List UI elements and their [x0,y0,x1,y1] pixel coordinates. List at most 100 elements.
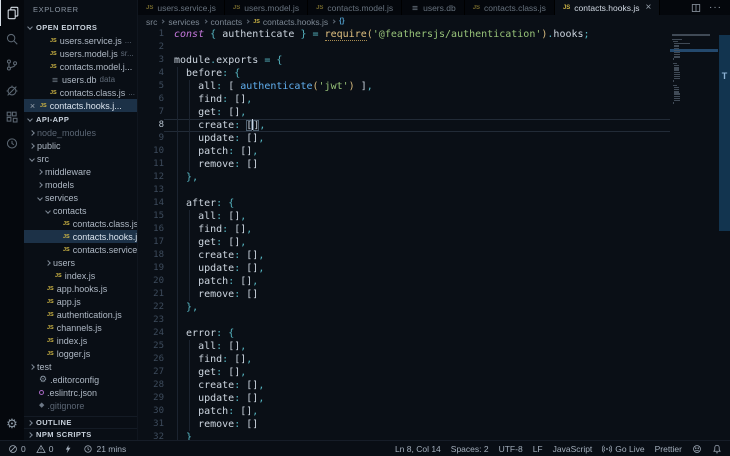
tree-file-app-hooks-js[interactable]: JSapp.hooks.js [24,282,137,295]
close-icon[interactable]: × [28,101,37,111]
code-line-13[interactable]: 13 [138,184,730,197]
overview-ruler[interactable]: T [719,35,730,231]
open-editor-item[interactable]: JSusers.service.js... [24,34,137,47]
breadcrumb-item[interactable]: {} [339,18,347,25]
code-line-3[interactable]: 3module.exports = { [138,54,730,67]
tree-file-contacts-service-js[interactable]: JScontacts.service.js [24,243,137,256]
open-editor-item[interactable]: JSusers.model.jssr... [24,47,137,60]
settings-gear-icon[interactable]: ⚙ [0,410,24,436]
code-line-24[interactable]: 24 error: { [138,327,730,340]
tab-contacts-class-js[interactable]: JScontacts.class.js [465,0,555,15]
code-line-30[interactable]: 30 patch: [], [138,405,730,418]
code-line-32[interactable]: 32 } [138,431,730,440]
code-editor[interactable]: 1const { authenticate } = require('@feat… [138,28,730,440]
project-section-header[interactable]: API-APP [24,112,137,126]
activity-files-icon[interactable] [0,0,24,26]
activity-search-icon[interactable] [0,26,24,52]
open-editor-item[interactable]: users.dbdata [24,73,137,86]
code-line-16[interactable]: 16 find: [], [138,223,730,236]
code-line-19[interactable]: 19 update: [], [138,262,730,275]
code-line-21[interactable]: 21 remove: [] [138,288,730,301]
tree-folder-test[interactable]: test [24,360,137,373]
activity-timer-icon[interactable] [0,130,24,156]
status-ln-8-col-14[interactable]: Ln 8, Col 14 [395,444,441,454]
code-line-23[interactable]: 23 [138,314,730,327]
code-line-28[interactable]: 28 create: [], [138,379,730,392]
status-bell[interactable] [712,444,722,454]
tab-contacts-hooks-js[interactable]: JScontacts.hooks.js× [555,0,660,15]
status-spaces-2[interactable]: Spaces: 2 [451,444,489,454]
section-npm-scripts[interactable]: NPM SCRIPTS [24,428,137,440]
status-prettier[interactable]: Prettier [655,444,682,454]
activity-debug-icon[interactable] [0,78,24,104]
tab-users-model-js[interactable]: JSusers.model.js [225,0,308,15]
tree-file-contacts-hooks-js[interactable]: JScontacts.hooks.js [24,230,137,243]
code-line-2[interactable]: 2 [138,41,730,54]
status-error[interactable]: 0 [8,444,26,454]
code-line-9[interactable]: 9 update: [], [138,132,730,145]
code-line-4[interactable]: 4 before: { [138,67,730,80]
code-line-11[interactable]: 11 remove: [] [138,158,730,171]
activity-extensions-icon[interactable] [0,104,24,130]
status-broadcast[interactable]: Go Live [602,444,644,454]
status-smiley[interactable] [692,444,702,454]
status-lightning[interactable] [63,444,73,454]
code-line-27[interactable]: 27 get: [], [138,366,730,379]
tree-folder-public[interactable]: public [24,139,137,152]
code-line-15[interactable]: 15 all: [], [138,210,730,223]
code-line-8[interactable]: 8 create: [], [138,119,730,132]
tree-file-logger-js[interactable]: JSlogger.js [24,347,137,360]
tree-folder-services[interactable]: services [24,191,137,204]
breadcrumb-item[interactable]: src [146,17,157,27]
breadcrumb-item[interactable]: contacts [211,17,243,27]
tree-folder-models[interactable]: models [24,178,137,191]
tree-file--editorconfig[interactable]: ⚙.editorconfig [24,373,137,386]
split-editor-button[interactable] [691,3,701,13]
tree-folder-node-modules[interactable]: node_modules [24,126,137,139]
status-warning[interactable]: 0 [36,444,54,454]
code-line-5[interactable]: 5 all: [ authenticate('jwt') ], [138,80,730,93]
activity-source-control-icon[interactable] [0,52,24,78]
tree-file--gitignore[interactable]: ◆.gitignore [24,399,137,412]
tree-folder-src[interactable]: src [24,152,137,165]
breadcrumb-item[interactable]: JScontacts.hooks.js [253,17,328,27]
code-line-22[interactable]: 22 }, [138,301,730,314]
code-line-14[interactable]: 14 after: { [138,197,730,210]
tree-folder-middleware[interactable]: middleware [24,165,137,178]
open-editor-item[interactable]: ×JScontacts.hooks.j... [24,99,137,112]
breadcrumb[interactable]: src services contacts JScontacts.hooks.js {} [138,15,730,28]
open-editor-item[interactable]: JScontacts.class.js... [24,86,137,99]
status-history[interactable]: 21 mins [83,444,126,454]
code-line-7[interactable]: 7 get: [], [138,106,730,119]
tree-folder-users[interactable]: users [24,256,137,269]
code-line-6[interactable]: 6 find: [], [138,93,730,106]
status-javascript[interactable]: JavaScript [553,444,593,454]
tree-file-index-js[interactable]: JSindex.js [24,334,137,347]
tree-file-channels-js[interactable]: JSchannels.js [24,321,137,334]
more-actions-icon[interactable]: ··· [709,2,722,13]
status-utf-8[interactable]: UTF-8 [499,444,523,454]
section-outline[interactable]: OUTLINE [24,416,137,428]
code-line-20[interactable]: 20 patch: [], [138,275,730,288]
tree-file-authentication-js[interactable]: JSauthentication.js [24,308,137,321]
tab-users-db[interactable]: users.db [402,0,465,15]
tree-file-index-js[interactable]: JSindex.js [24,269,137,282]
code-line-26[interactable]: 26 find: [], [138,353,730,366]
code-line-31[interactable]: 31 remove: [] [138,418,730,431]
open-editors-header[interactable]: OPEN EDITORS [24,20,137,34]
code-line-17[interactable]: 17 get: [], [138,236,730,249]
code-line-29[interactable]: 29 update: [], [138,392,730,405]
code-line-10[interactable]: 10 patch: [], [138,145,730,158]
tab-users-service-js[interactable]: JSusers.service.js [138,0,225,15]
tree-file--eslintrc-json[interactable]: .eslintrc.json [24,386,137,399]
tree-folder-contacts[interactable]: contacts [24,204,137,217]
open-editor-item[interactable]: JScontacts.model.j... [24,60,137,73]
code-line-25[interactable]: 25 all: [], [138,340,730,353]
breadcrumb-item[interactable]: services [168,17,199,27]
close-icon[interactable]: × [645,2,651,13]
code-line-12[interactable]: 12 }, [138,171,730,184]
code-line-18[interactable]: 18 create: [], [138,249,730,262]
code-line-1[interactable]: 1const { authenticate } = require('@feat… [138,28,730,41]
tree-file-contacts-class-js[interactable]: JScontacts.class.js [24,217,137,230]
status-lf[interactable]: LF [533,444,543,454]
